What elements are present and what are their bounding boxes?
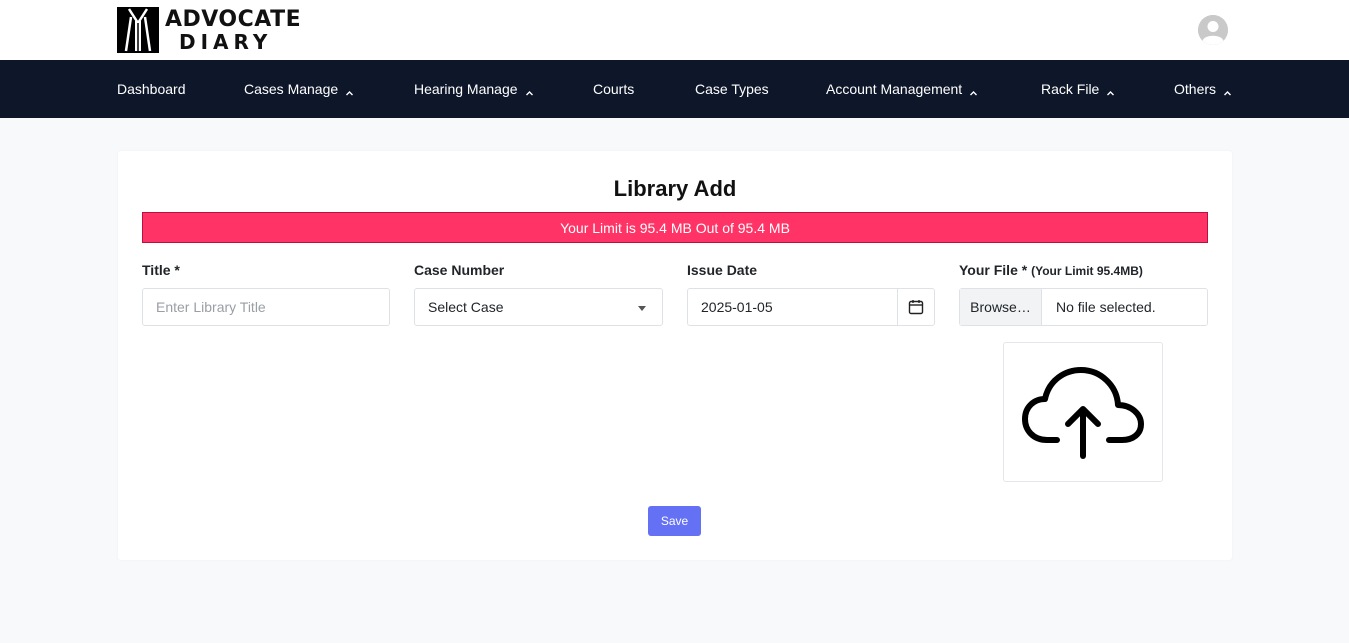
chevron-up-icon	[525, 85, 534, 95]
top-header: ADVOCATE DIARY	[0, 0, 1349, 60]
nav-item-account-management[interactable]: Account Management	[826, 60, 978, 118]
nav-item-label: Account Management	[826, 81, 963, 97]
chevron-up-icon	[345, 85, 354, 95]
library-add-card: Library Add Your Limit is 95.4 MB Out of…	[118, 151, 1232, 560]
nav-item-label: Others	[1174, 81, 1217, 97]
nav-item-label: Rack File	[1041, 81, 1100, 97]
nav-item-courts[interactable]: Courts	[593, 60, 634, 118]
nav-item-label: Cases Manage	[244, 81, 339, 97]
upload-preview[interactable]	[1003, 342, 1163, 482]
title-input-wrapper	[142, 288, 390, 326]
file-input[interactable]: Browse… No file selected.	[959, 288, 1208, 326]
nav-item-label: Dashboard	[117, 81, 186, 97]
file-label: Your File * (Your Limit 95.4MB)	[959, 262, 1143, 278]
main-navbar: Dashboard Cases Manage Hearing Manage Co…	[0, 60, 1349, 118]
file-label-text: Your File *	[959, 262, 1028, 278]
nav-item-rack-file[interactable]: Rack File	[1041, 60, 1115, 118]
advocate-robe-logo-icon	[117, 7, 159, 53]
nav-item-cases-manage[interactable]: Cases Manage	[244, 60, 354, 118]
nav-item-label: Courts	[593, 81, 635, 97]
cloud-upload-icon	[1022, 367, 1144, 459]
page-title: Library Add	[613, 176, 737, 201]
save-button[interactable]: Save	[648, 506, 701, 536]
case-select-value: Select Case	[428, 299, 504, 315]
issue-date-label: Issue Date	[687, 262, 758, 278]
nav-item-label: Case Types	[695, 81, 769, 97]
chevron-up-icon	[1223, 85, 1232, 95]
file-limit-note: (Your Limit 95.4MB)	[1031, 264, 1143, 278]
issue-date-value: 2025-01-05	[701, 299, 773, 315]
nav-item-label: Hearing Manage	[414, 81, 518, 97]
logo-text-line1: ADVOCATE	[165, 6, 302, 32]
app-logo[interactable]: ADVOCATE DIARY	[117, 7, 301, 53]
nav-item-hearing-manage[interactable]: Hearing Manage	[414, 60, 534, 118]
logo-text-line2: DIARY	[179, 29, 273, 54]
case-number-select[interactable]: Select Case	[414, 288, 663, 326]
chevron-up-icon	[1106, 85, 1115, 95]
storage-limit-alert: Your Limit is 95.4 MB Out of 95.4 MB	[142, 212, 1208, 243]
title-label: Title *	[142, 262, 180, 278]
nav-item-others[interactable]: Others	[1174, 60, 1232, 118]
browse-button[interactable]: Browse…	[960, 289, 1042, 325]
calendar-icon[interactable]	[897, 289, 934, 325]
case-number-label: Case Number	[414, 262, 505, 278]
caret-down-icon	[638, 306, 646, 311]
file-status-text: No file selected.	[1056, 299, 1156, 315]
library-title-input[interactable]	[143, 289, 389, 325]
issue-date-input[interactable]: 2025-01-05	[687, 288, 935, 326]
nav-item-case-types[interactable]: Case Types	[695, 60, 769, 118]
logo-wordmark: ADVOCATE DIARY	[165, 6, 302, 54]
user-avatar-icon[interactable]	[1198, 15, 1228, 45]
nav-item-dashboard[interactable]: Dashboard	[117, 60, 186, 118]
alert-text: Your Limit is 95.4 MB Out of 95.4 MB	[560, 219, 790, 236]
chevron-up-icon	[969, 85, 978, 95]
